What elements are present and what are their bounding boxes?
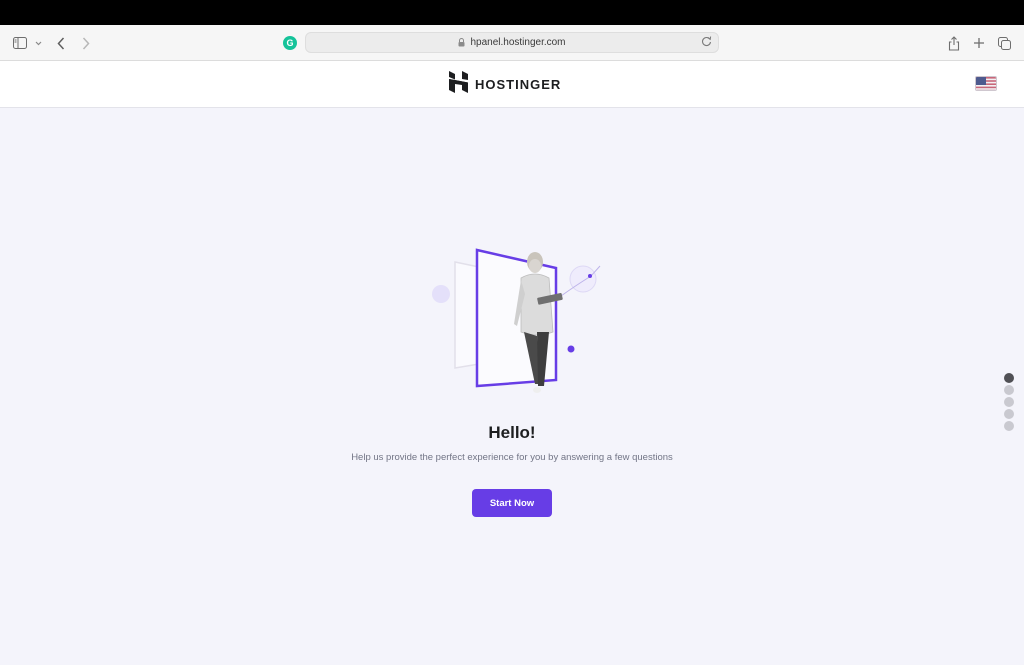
grammarly-icon[interactable]: G <box>283 36 297 50</box>
hostinger-logo[interactable]: HOSTINGER <box>449 70 562 98</box>
url-text: hpanel.hostinger.com <box>470 37 566 48</box>
back-door-frame <box>454 261 480 369</box>
step-dot-1[interactable] <box>1004 373 1014 383</box>
site-header: HOSTINGER <box>0 61 1024 108</box>
browser-toolbar: G hpanel.hostinger.com <box>0 25 1024 61</box>
decorative-circle <box>432 285 450 303</box>
step-progress-dots <box>1004 373 1016 433</box>
tabs-overview-icon[interactable] <box>998 33 1011 53</box>
step-dot-5[interactable] <box>1004 421 1014 431</box>
brand-name: HOSTINGER <box>475 76 562 92</box>
back-icon[interactable] <box>57 33 65 53</box>
screen-top-bar <box>0 0 1024 25</box>
decorative-dot <box>567 345 575 353</box>
hostinger-h-icon <box>449 70 468 98</box>
page-title: Hello! <box>488 423 536 442</box>
address-bar[interactable]: hpanel.hostinger.com <box>305 32 719 53</box>
step-dot-3[interactable] <box>1004 397 1014 407</box>
lock-icon <box>458 38 465 47</box>
us-flag-icon[interactable] <box>975 76 997 91</box>
step-dot-4[interactable] <box>1004 409 1014 419</box>
page-subtitle: Help us provide the perfect experience f… <box>351 452 673 463</box>
forward-icon[interactable] <box>82 33 90 53</box>
sidebar-icon[interactable] <box>13 33 27 53</box>
onboarding-main: Hello! Help us provide the perfect exper… <box>0 108 1024 665</box>
chevron-down-icon[interactable] <box>35 33 42 53</box>
step-dot-2[interactable] <box>1004 385 1014 395</box>
welcome-illustration <box>425 244 605 404</box>
start-now-button[interactable]: Start Now <box>472 489 552 517</box>
reload-icon[interactable] <box>701 36 712 47</box>
chart-circle <box>569 265 597 293</box>
new-tab-icon[interactable] <box>973 33 985 53</box>
share-icon[interactable] <box>948 33 960 53</box>
